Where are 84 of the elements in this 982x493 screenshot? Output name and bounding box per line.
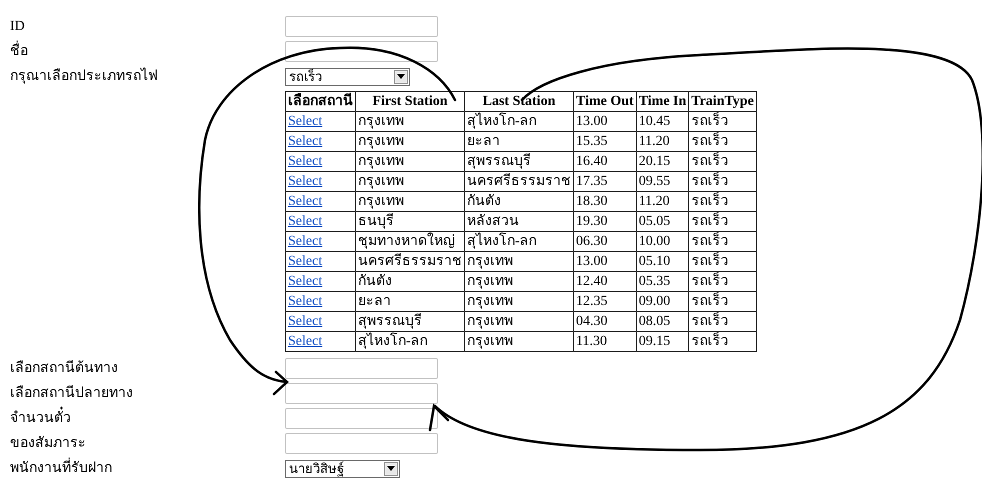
table-cell: 15.35 [574, 132, 636, 152]
field-label: จำนวนตั๋ว [10, 406, 285, 431]
table-cell: รถเร็ว [688, 232, 756, 252]
table-cell: 12.35 [574, 292, 636, 312]
table-cell: 19.30 [574, 212, 636, 232]
table-cell: รถเร็ว [688, 172, 756, 192]
input-field[interactable] [285, 41, 438, 62]
field-label: พนักงานที่รับฝาก [10, 456, 285, 481]
table-cell: 09.55 [636, 172, 689, 192]
table-cell: ชุมทางหาดใหญ่ [356, 232, 464, 252]
table-cell: กรุงเทพ [356, 132, 464, 152]
field-label: เลือกสถานีต้นทาง [10, 359, 119, 378]
table-cell: 13.00 [574, 112, 636, 132]
table-cell: หลังสวน [464, 212, 574, 232]
table-cell: สุพรรณบุรี [464, 152, 574, 172]
column-header: TrainType [688, 92, 756, 112]
table-cell: 10.45 [636, 112, 689, 132]
table-cell: 20.15 [636, 152, 689, 172]
table-cell: สุไหงโก-ลก [464, 232, 574, 252]
input-field[interactable] [285, 408, 438, 429]
table-cell: รถเร็ว [688, 132, 756, 152]
table-cell: 11.30 [574, 332, 636, 352]
field-label: ID [10, 18, 26, 36]
field-label: เลือกสถานีปลายทาง [10, 384, 134, 403]
table-cell: กรุงเทพ [356, 172, 464, 192]
table-cell: รถเร็ว [688, 212, 756, 232]
table-cell: ยะลา [464, 132, 574, 152]
table-cell: รถเร็ว [688, 152, 756, 172]
table-cell: 05.35 [636, 272, 689, 292]
table-cell: สุพรรณบุรี [356, 312, 464, 332]
table-cell: กรุงเทพ [356, 192, 464, 212]
field-label: ของสัมภาระ [10, 434, 87, 453]
table-cell: 08.05 [636, 312, 689, 332]
dropdown[interactable]: รถเร็ว [285, 68, 410, 86]
table-cell: รถเร็ว [688, 272, 756, 292]
caret-icon [387, 466, 395, 471]
column-header: First Station [356, 92, 464, 112]
table-cell: 06.30 [574, 232, 636, 252]
field-label: ชื่อ [10, 39, 285, 64]
table-cell: รถเร็ว [688, 192, 756, 212]
table-cell: รถเร็ว [688, 292, 756, 312]
table-cell: 11.20 [636, 192, 689, 212]
table-cell: กรุงเทพ [356, 152, 464, 172]
column-header: Time In [636, 92, 689, 112]
table-cell: 05.10 [636, 252, 689, 272]
table-cell: กรุงเทพ [464, 272, 574, 292]
table-cell: 05.05 [636, 212, 689, 232]
input-field[interactable] [285, 433, 438, 454]
column-header: Last Station [464, 92, 574, 112]
table-cell: สุไหงโก-ลก [464, 112, 574, 132]
table-cell: กันตัง [464, 192, 574, 212]
table-cell: 09.15 [636, 332, 689, 352]
input-field[interactable] [285, 16, 438, 37]
table-cell: รถเร็ว [688, 252, 756, 272]
table-cell: รถเร็ว [688, 312, 756, 332]
field-label: กรุณาเลือกประเภทรถไฟ [10, 66, 159, 86]
table-cell: 11.20 [636, 132, 689, 152]
table-cell: 10.00 [636, 232, 689, 252]
table-cell: กรุงเทพ [464, 312, 574, 332]
table-cell: ธนบุรี [356, 212, 464, 232]
caret-icon [397, 74, 405, 79]
dropdown[interactable]: นายวิสิษฐ์ [285, 460, 400, 478]
table-cell: 13.00 [574, 252, 636, 272]
table-cell: กรุงเทพ [464, 332, 574, 352]
table-cell: นครศรีธรรมราช [356, 252, 464, 272]
table-cell: กันตัง [356, 272, 464, 292]
table-cell: 09.00 [636, 292, 689, 312]
table-cell: 17.35 [574, 172, 636, 192]
table-cell: รถเร็ว [688, 332, 756, 352]
table-cell: กรุงเทพ [464, 292, 574, 312]
column-header: Time Out [574, 92, 636, 112]
table-cell: สุไหงโก-ลก [356, 332, 464, 352]
table-cell: 16.40 [574, 152, 636, 172]
column-header: เลือกสถานี [286, 92, 356, 112]
table-cell: รถเร็ว [688, 112, 756, 132]
table-cell: ยะลา [356, 292, 464, 312]
table-cell: 04.30 [574, 312, 636, 332]
input-field[interactable] [285, 358, 438, 379]
table-cell: กรุงเทพ [464, 252, 574, 272]
table-cell: กรุงเทพ [356, 112, 464, 132]
table-cell: 18.30 [574, 192, 636, 212]
input-field[interactable] [285, 383, 438, 404]
table-cell: 12.40 [574, 272, 636, 292]
table-cell: นครศรีธรรมราช [464, 172, 574, 192]
